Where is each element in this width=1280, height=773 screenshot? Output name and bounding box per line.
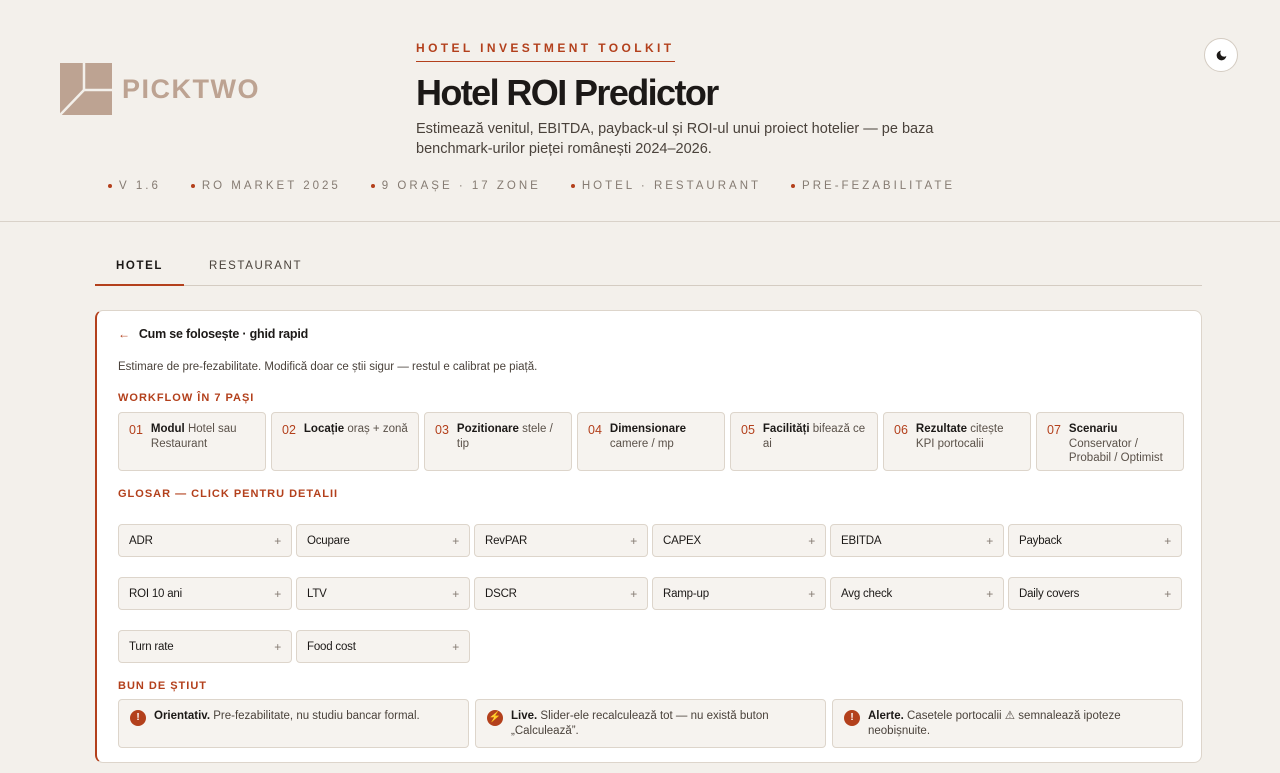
meta-item-stage: PRE-FEZABILITATE <box>791 180 955 192</box>
glossary-item-ebitda[interactable]: EBITDA + <box>830 524 1004 557</box>
glossary-grid: ADR + Ocupare + RevPAR + CAPEX + EBITDA + Pay… <box>118 524 1184 663</box>
glossary-item-revpar[interactable]: RevPAR + <box>474 524 648 557</box>
workflow-step: 02 Locație oraș + zonă <box>271 412 419 471</box>
alert-icon: ! <box>130 710 146 726</box>
alert-icon: ! <box>844 710 860 726</box>
glossary-item-ramp-up[interactable]: Ramp-up + <box>652 577 826 610</box>
brand-name: PICKTWO <box>122 73 260 104</box>
good-to-know-title: BUN DE ȘTIUT <box>118 680 207 692</box>
lightning-icon: ⚡ <box>487 710 503 726</box>
glossary-title: GLOSAR — CLICK PENTRU DETALII <box>118 488 339 500</box>
plus-icon: + <box>1164 533 1171 548</box>
page-kicker: HOTEL INVESTMENT TOOLKIT <box>416 41 675 62</box>
glossary-item-daily-covers[interactable]: Daily covers + <box>1008 577 1182 610</box>
quick-guide-panel: ← Cum se folosește · ghid rapid Estimare… <box>95 310 1202 763</box>
plus-icon: + <box>630 533 637 548</box>
bullet-dot-icon <box>570 184 575 188</box>
bullet-dot-icon <box>370 184 375 188</box>
page-title: Hotel ROI Predictor <box>416 72 719 113</box>
glossary-item-avg-check[interactable]: Avg check + <box>830 577 1004 610</box>
note-alerte: ! Alerte. Casetele portocalii ⚠ semnaleaz… <box>832 699 1183 748</box>
glossary-item-dscr[interactable]: DSCR + <box>474 577 648 610</box>
glossary-item-food-cost[interactable]: Food cost + <box>296 630 470 663</box>
plus-icon: + <box>274 533 281 548</box>
picktwo-logo-icon <box>60 63 112 115</box>
plus-icon: + <box>986 533 993 548</box>
plus-icon: + <box>630 586 637 601</box>
meta-item-version: V 1.6 <box>108 180 161 192</box>
good-to-know-notes: ! Orientativ. Pre-fezabilitate, nu studiu… <box>118 699 1183 748</box>
workflow-step: 04 Dimensionare camere / mp <box>577 412 725 471</box>
workflow-steps: 01 Modul Hotel sau Restaurant 02 Locație o… <box>118 412 1184 471</box>
mode-tabs: HOTEL RESTAURANT <box>95 247 1202 286</box>
workflow-title: WORKFLOW ÎN 7 PAȘI <box>118 392 255 404</box>
plus-icon: + <box>986 586 993 601</box>
page-subtitle: Estimează venitul, EBITDA, payback-ul și… <box>416 121 934 157</box>
meta-item-market: RO MARKET 2025 <box>190 180 341 192</box>
bullet-dot-icon <box>791 184 796 188</box>
bullet-dot-icon <box>190 184 195 188</box>
workflow-step: 03 Pozitionare stele / tip <box>424 412 572 471</box>
moon-icon <box>1216 50 1226 60</box>
plus-icon: + <box>452 586 459 601</box>
plus-icon: + <box>808 533 815 548</box>
workflow-step: 07 Scenariu Conservator / Probabil / Opti… <box>1036 412 1184 471</box>
guide-title: Cum se folosește · ghid rapid <box>138 327 309 341</box>
arrow-left-icon: ← <box>118 327 130 341</box>
tab-restaurant[interactable]: RESTAURANT <box>188 247 323 286</box>
meta-item-cities: 9 ORAȘE · 17 ZONE <box>370 180 541 192</box>
guide-intro: Estimare de pre-fezabilitate. Modifică d… <box>118 361 538 373</box>
plus-icon: + <box>452 533 459 548</box>
theme-toggle-button[interactable] <box>1204 38 1238 72</box>
plus-icon: + <box>452 639 459 654</box>
glossary-item-adr[interactable]: ADR + <box>118 524 292 557</box>
glossary-item-capex[interactable]: CAPEX + <box>652 524 826 557</box>
plus-icon: + <box>808 586 815 601</box>
glossary-item-turn-rate[interactable]: Turn rate + <box>118 630 292 663</box>
glossary-item-ltv[interactable]: LTV + <box>296 577 470 610</box>
note-orientativ: ! Orientativ. Pre-fezabilitate, nu studiu… <box>118 699 469 748</box>
tab-hotel[interactable]: HOTEL <box>95 247 184 286</box>
meta-row: V 1.6 RO MARKET 2025 9 ORAȘE · 17 ZONE H… <box>108 180 985 192</box>
note-live: ⚡ Live. Slider-ele recalculează tot — nu … <box>475 699 826 748</box>
glossary-item-ocupare[interactable]: Ocupare + <box>296 524 470 557</box>
plus-icon: + <box>1164 586 1171 601</box>
guide-toggle[interactable]: ← Cum se folosește · ghid rapid <box>118 327 308 341</box>
glossary-item-roi[interactable]: ROI 10 ani + <box>118 577 292 610</box>
plus-icon: + <box>274 639 281 654</box>
meta-item-modes: HOTEL · RESTAURANT <box>570 180 761 192</box>
workflow-step: 01 Modul Hotel sau Restaurant <box>118 412 266 471</box>
glossary-item-payback[interactable]: Payback + <box>1008 524 1182 557</box>
workflow-step: 06 Rezultate citește KPI portocalii <box>883 412 1031 471</box>
plus-icon: + <box>274 586 281 601</box>
page-header: PICKTWO HOTEL INVESTMENT TOOLKIT Hotel R… <box>0 0 1280 222</box>
brand-logo[interactable]: PICKTWO <box>60 63 260 115</box>
workflow-step: 05 Facilități bifează ce ai <box>730 412 878 471</box>
bullet-dot-icon <box>108 184 112 188</box>
